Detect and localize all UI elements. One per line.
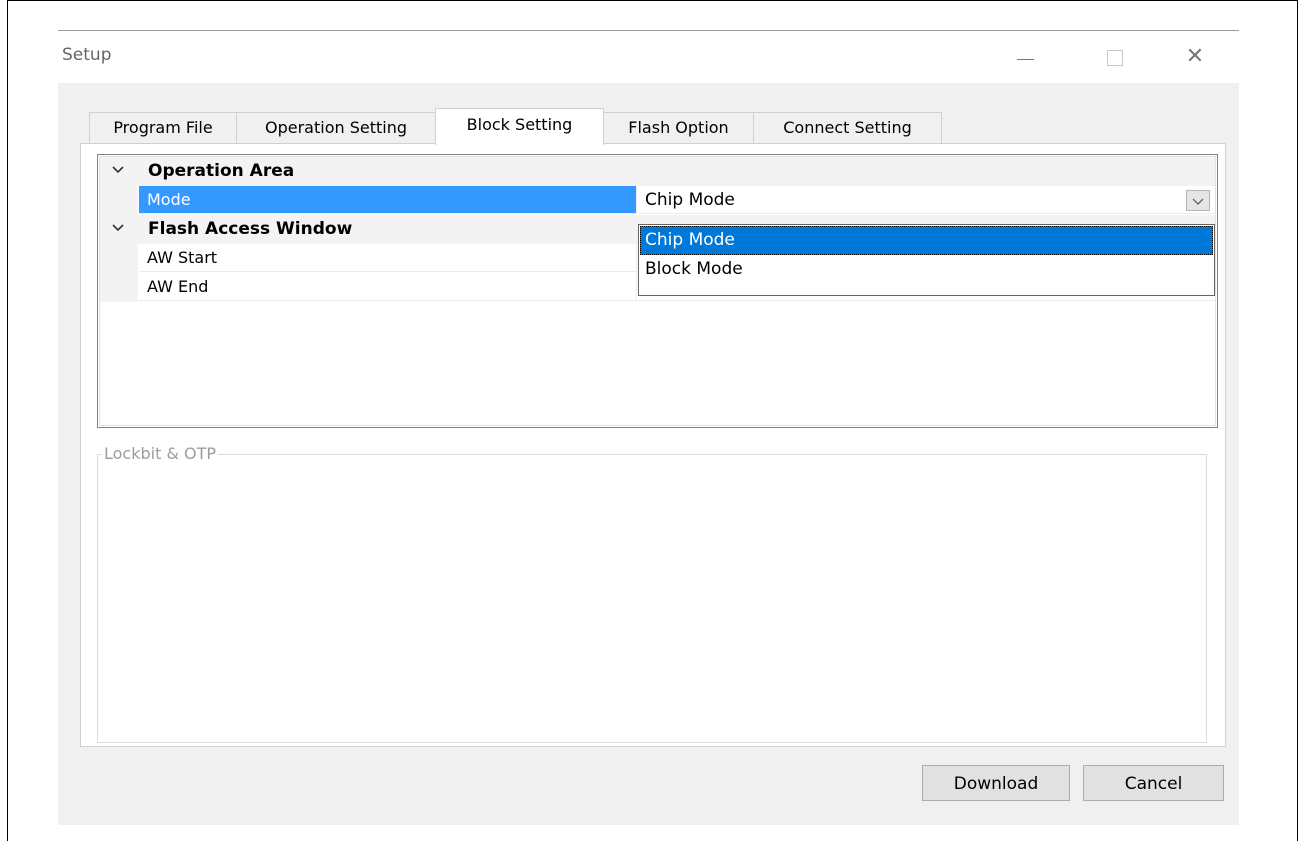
setup-dialog: Setup ✕ Program File Operation Setting B… xyxy=(58,30,1239,825)
tab-operation-setting[interactable]: Operation Setting xyxy=(236,112,436,144)
tab-flash-option[interactable]: Flash Option xyxy=(603,112,754,144)
lockbit-otp-groupbox: Lockbit & OTP xyxy=(97,444,1207,743)
close-icon: ✕ xyxy=(1185,44,1205,69)
minimize-icon xyxy=(1017,59,1034,60)
chevron-down-icon[interactable] xyxy=(111,163,125,177)
frame-right-border xyxy=(1297,0,1298,841)
frame-top-border xyxy=(7,0,1298,1)
row-gutter xyxy=(100,244,138,273)
tab-block-setting[interactable]: Block Setting xyxy=(435,108,604,145)
frame-left-border xyxy=(7,0,8,841)
category-operation-area[interactable]: Operation Area xyxy=(100,157,1215,186)
property-name-mode[interactable]: Mode xyxy=(139,186,637,214)
mode-dropdown-button[interactable] xyxy=(1186,190,1210,211)
row-gutter xyxy=(100,186,138,215)
property-grid[interactable]: Operation Area Mode Chip Mode Flash Acce… xyxy=(97,154,1218,428)
category-label: Operation Area xyxy=(148,161,295,181)
title-bar[interactable]: Setup ✕ xyxy=(58,31,1239,83)
chevron-down-icon xyxy=(1192,198,1204,205)
mode-dropdown-list[interactable]: Chip Mode Block Mode xyxy=(638,224,1215,296)
maximize-icon xyxy=(1107,50,1123,66)
minimize-button[interactable] xyxy=(1010,43,1040,71)
cancel-button[interactable]: Cancel xyxy=(1083,765,1224,801)
row-gutter xyxy=(100,273,138,302)
property-row-mode[interactable]: Mode Chip Mode xyxy=(100,186,1215,215)
property-name-aw-start[interactable]: AW Start xyxy=(139,244,637,272)
property-name-aw-end[interactable]: AW End xyxy=(139,273,637,301)
tab-connect-setting[interactable]: Connect Setting xyxy=(753,112,942,144)
property-grid-body: Operation Area Mode Chip Mode Flash Acce… xyxy=(99,156,1216,426)
maximize-button xyxy=(1101,43,1131,71)
mode-combobox[interactable]: Chip Mode xyxy=(638,186,1215,214)
chevron-down-icon[interactable] xyxy=(111,221,125,235)
category-label: Flash Access Window xyxy=(148,219,353,239)
close-button[interactable]: ✕ xyxy=(1180,43,1210,71)
tab-program-file[interactable]: Program File xyxy=(89,112,237,144)
groupbox-label: Lockbit & OTP xyxy=(102,444,219,463)
window-title: Setup xyxy=(62,45,112,65)
download-button[interactable]: Download xyxy=(922,765,1070,801)
dropdown-option-chip-mode[interactable]: Chip Mode xyxy=(640,226,1213,255)
block-setting-panel: Operation Area Mode Chip Mode Flash Acce… xyxy=(80,143,1226,747)
dropdown-option-block-mode[interactable]: Block Mode xyxy=(640,255,1213,284)
